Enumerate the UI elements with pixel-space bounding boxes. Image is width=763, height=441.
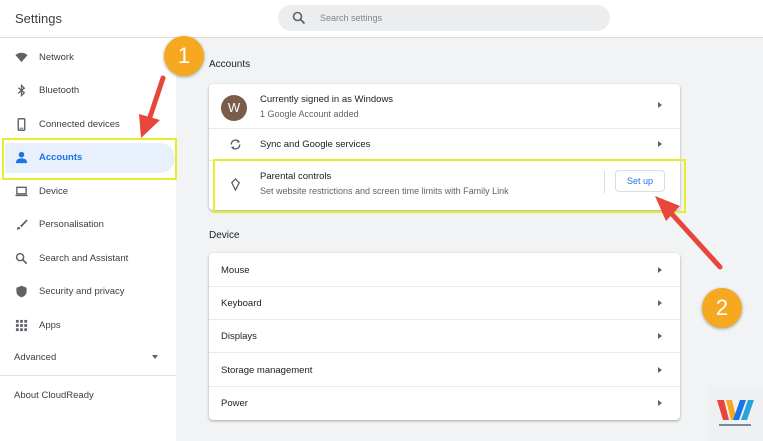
brush-icon	[16, 219, 28, 230]
chevron-right-icon	[658, 141, 662, 147]
sidebar-item-label: Device	[39, 186, 69, 197]
device-section-title: Device	[209, 230, 240, 241]
step-1-badge: 1	[164, 36, 204, 76]
sidebar-item-label: Network	[39, 52, 74, 63]
logo-mark-icon	[717, 400, 754, 426]
sidebar-item-label: Bluetooth	[39, 85, 80, 96]
sidebar-item-label: Security and privacy	[39, 286, 125, 297]
device-item-label: Mouse	[221, 265, 250, 276]
search-icon	[292, 11, 306, 25]
chevron-right-icon	[658, 400, 662, 406]
shield-icon	[16, 285, 27, 298]
accounts-section-title: Accounts	[209, 59, 251, 70]
sync-row[interactable]: Sync and Google services	[209, 129, 680, 161]
wifi-icon	[15, 52, 28, 63]
bluetooth-icon	[17, 84, 26, 97]
signed-in-title: Currently signed in as Windows	[260, 94, 394, 105]
about-link[interactable]: About CloudReady	[14, 390, 94, 401]
top-bar: Settings	[0, 0, 763, 38]
sidebar-item-label: Connected devices	[39, 119, 120, 130]
sidebar: Network Bluetooth Connected devices Acco…	[0, 38, 176, 441]
chevron-down-icon[interactable]	[152, 355, 158, 359]
search-box[interactable]	[278, 5, 610, 31]
watermark-logo	[707, 386, 763, 441]
signed-in-row[interactable]: W Currently signed in as Windows 1 Googl…	[209, 84, 680, 129]
device-item-label: Keyboard	[221, 298, 262, 309]
sidebar-item-search-assistant[interactable]: Search and Assistant	[0, 244, 176, 274]
device-card: Mouse Keyboard Displays Storage manageme…	[209, 253, 680, 420]
search-input[interactable]	[320, 8, 590, 28]
device-item-storage-management[interactable]: Storage management	[209, 353, 680, 387]
accounts-highlight-box	[2, 138, 177, 180]
sidebar-item-security-privacy[interactable]: Security and privacy	[0, 277, 176, 307]
step-2-badge: 2	[702, 288, 742, 328]
device-item-mouse[interactable]: Mouse	[209, 253, 680, 287]
sidebar-divider	[0, 375, 176, 376]
chevron-right-icon	[658, 333, 662, 339]
laptop-icon	[15, 186, 28, 197]
device-item-label: Displays	[221, 331, 257, 342]
sidebar-item-label: Search and Assistant	[39, 253, 129, 264]
app-title: Settings	[15, 11, 62, 26]
sidebar-item-apps[interactable]: Apps	[0, 311, 176, 341]
device-item-label: Storage management	[221, 365, 313, 376]
chevron-right-icon	[658, 300, 662, 306]
apps-grid-icon	[15, 319, 28, 332]
sidebar-item-personalisation[interactable]: Personalisation	[0, 210, 176, 240]
device-item-keyboard[interactable]: Keyboard	[209, 287, 680, 320]
sidebar-item-label: Apps	[39, 320, 61, 331]
device-item-label: Power	[221, 398, 248, 409]
sidebar-item-connected-devices[interactable]: Connected devices	[0, 110, 176, 140]
sidebar-item-device[interactable]: Device	[0, 177, 176, 207]
advanced-toggle[interactable]: Advanced	[14, 352, 56, 363]
phone-icon	[17, 118, 26, 131]
chevron-right-icon	[658, 102, 662, 108]
device-item-power[interactable]: Power	[209, 387, 680, 420]
search-icon	[15, 252, 28, 265]
sidebar-item-network[interactable]: Network	[0, 43, 176, 73]
avatar: W	[221, 95, 247, 121]
sync-icon	[230, 139, 241, 150]
sidebar-item-label: Personalisation	[39, 219, 104, 230]
signed-in-subtitle: 1 Google Account added	[260, 109, 359, 119]
parental-controls-highlight-box	[213, 159, 686, 213]
sync-title: Sync and Google services	[260, 139, 371, 150]
chevron-right-icon	[658, 267, 662, 273]
device-item-displays[interactable]: Displays	[209, 320, 680, 353]
chevron-right-icon	[658, 367, 662, 373]
sidebar-item-bluetooth[interactable]: Bluetooth	[0, 76, 176, 106]
